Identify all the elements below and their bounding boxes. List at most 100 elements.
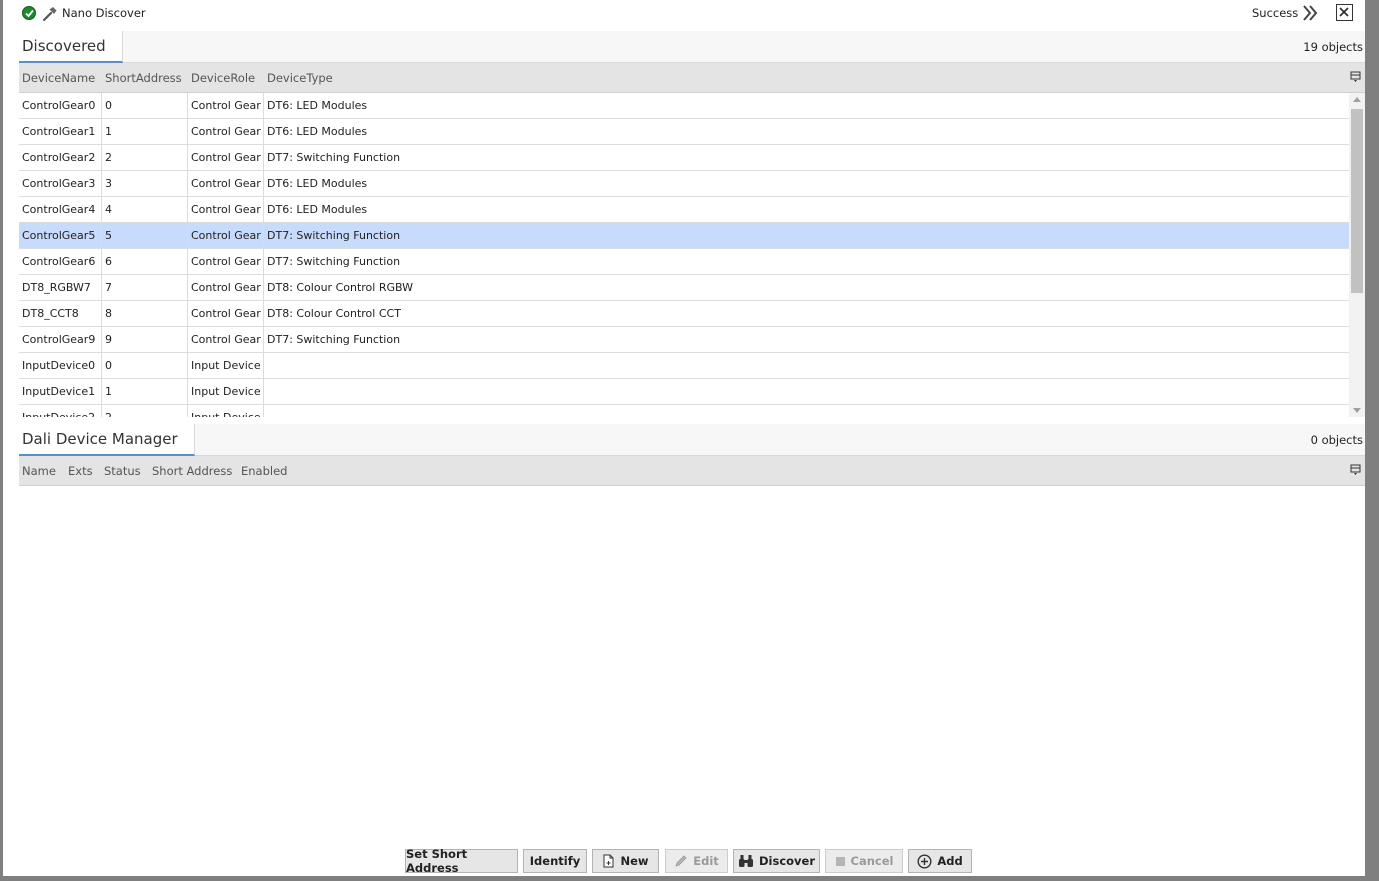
cell-short-address: 9 [102, 327, 188, 353]
binoculars-icon [738, 855, 753, 867]
table-row[interactable]: ControlGear2 2 Control Gear DT7: Switchi… [19, 145, 1349, 171]
cell-device-name: InputDevice2 [19, 405, 102, 417]
table-row[interactable]: DT8_RGBW7 7 Control Gear DT8: Colour Con… [19, 275, 1349, 301]
cell-device-type: DT8: Colour Control CCT [267, 307, 401, 320]
cell-device-role: Control Gear [188, 197, 264, 223]
plus-circle-icon [917, 853, 932, 869]
cell-device-type [264, 353, 1349, 379]
column-status[interactable]: Status [104, 464, 141, 478]
cell-short-address: 1 [102, 379, 188, 405]
cell-device-role: Control Gear [188, 119, 264, 145]
cancel-button[interactable]: Cancel [825, 849, 903, 873]
cell-device-role: Control Gear [188, 223, 264, 249]
discover-label: Discover [758, 854, 816, 868]
table-row[interactable]: ControlGear1 1 Control Gear DT6: LED Mod… [19, 119, 1349, 145]
success-check-icon [22, 6, 36, 20]
discover-button[interactable]: Discover [733, 849, 820, 873]
manager-table: Name Exts Status Short Address Enabled [19, 456, 1365, 836]
discovered-scrollbar[interactable] [1349, 93, 1365, 417]
column-device-type[interactable]: DeviceType [267, 71, 333, 85]
cell-short-address: 1 [102, 119, 188, 145]
cell-device-type [264, 379, 1349, 405]
scroll-up-arrow-icon[interactable] [1353, 97, 1361, 102]
column-device-role[interactable]: DeviceRole [191, 71, 255, 85]
cell-device-role: Input Device [188, 405, 264, 417]
cell-short-address: 7 [102, 275, 188, 301]
add-label: Add [937, 854, 963, 868]
table-row[interactable]: ControlGear3 3 Control Gear DT6: LED Mod… [19, 171, 1349, 197]
cell-device-type: DT7: Switching Function [267, 229, 401, 242]
cell-device-name: InputDevice0 [19, 353, 102, 379]
cell-short-address: 4 [102, 197, 188, 223]
cell-short-address: 5 [102, 223, 188, 249]
cell-device-type: DT6: LED Modules [267, 125, 368, 138]
cell-device-name: DT8_RGBW7 [19, 275, 102, 301]
cell-device-type: DT6: LED Modules [267, 99, 368, 112]
new-button[interactable]: New [592, 849, 659, 873]
cell-short-address: 2 [102, 145, 188, 171]
column-short-address[interactable]: Short Address [152, 464, 232, 478]
column-chooser-icon[interactable] [1350, 71, 1362, 83]
table-row[interactable]: InputDevice0 0 Input Device [19, 353, 1349, 379]
cell-short-address: 3 [102, 171, 188, 197]
manager-column-header: Name Exts Status Short Address Enabled [19, 456, 1365, 486]
scroll-down-arrow-icon[interactable] [1353, 408, 1361, 413]
cell-device-name: InputDevice1 [19, 379, 102, 405]
column-exts[interactable]: Exts [68, 464, 93, 478]
new-document-icon [603, 854, 614, 868]
double-chevron-right-icon[interactable] [1301, 4, 1319, 22]
table-row[interactable]: ControlGear9 9 Control Gear DT7: Switchi… [19, 327, 1349, 353]
cell-device-role: Control Gear [188, 145, 264, 171]
manager-header: Dali Device Manager 0 objects [19, 424, 1365, 456]
hammer-icon [41, 5, 59, 23]
discovered-count: 19 objects [1303, 40, 1363, 54]
table-row[interactable]: InputDevice1 1 Input Device [19, 379, 1349, 405]
cell-short-address: 6 [102, 249, 188, 275]
job-title: Nano Discover [62, 6, 146, 20]
cell-device-name: DT8_CCT8 [19, 301, 102, 327]
identify-button[interactable]: Identify [523, 849, 587, 873]
table-row[interactable]: ControlGear0 0 Control Gear DT6: LED Mod… [19, 93, 1349, 119]
column-chooser-icon[interactable] [1350, 464, 1362, 476]
cell-device-role: Control Gear [188, 171, 264, 197]
discovered-column-header: DeviceName ShortAddress DeviceRole Devic… [19, 63, 1365, 93]
tab-discovered[interactable]: Discovered [19, 31, 123, 63]
column-enabled[interactable]: Enabled [241, 464, 287, 478]
edit-button[interactable]: Edit [665, 849, 728, 873]
cell-device-role: Input Device [188, 353, 264, 379]
cell-device-role: Control Gear [188, 249, 264, 275]
cell-device-type: DT6: LED Modules [267, 177, 368, 190]
edit-label: Edit [693, 854, 719, 868]
column-short-address[interactable]: ShortAddress [105, 71, 182, 85]
cell-device-name: ControlGear4 [19, 197, 102, 223]
tab-dali-device-manager[interactable]: Dali Device Manager [19, 424, 195, 456]
discovered-table: DeviceName ShortAddress DeviceRole Devic… [19, 63, 1365, 417]
cell-device-name: ControlGear0 [19, 93, 102, 119]
set-short-address-button[interactable]: Set Short Address [405, 847, 518, 875]
table-row[interactable]: ControlGear6 6 Control Gear DT7: Switchi… [19, 249, 1349, 275]
column-name[interactable]: Name [22, 464, 56, 478]
column-device-name[interactable]: DeviceName [22, 71, 95, 85]
cell-device-type: DT7: Switching Function [267, 333, 401, 346]
table-row[interactable]: DT8_CCT8 8 Control Gear DT8: Colour Cont… [19, 301, 1349, 327]
cell-device-type: DT7: Switching Function [267, 255, 401, 268]
cell-device-role: Control Gear [188, 93, 264, 119]
table-row-selected[interactable]: ControlGear5 5 Control Gear DT7: Switchi… [19, 223, 1349, 249]
scrollbar-thumb[interactable] [1351, 109, 1363, 293]
cell-device-type: DT8: Colour Control RGBW [267, 281, 414, 294]
set-short-address-label: Set Short Address [406, 847, 468, 875]
cell-device-role: Control Gear [188, 327, 264, 353]
table-row[interactable]: ControlGear4 4 Control Gear DT6: LED Mod… [19, 197, 1349, 223]
window-frame: Nano Discover Success Discovered 19 obje… [0, 0, 1379, 881]
add-button[interactable]: Add [908, 849, 972, 873]
cell-device-name: ControlGear9 [19, 327, 102, 353]
new-label: New [620, 854, 649, 868]
manager-count: 0 objects [1310, 433, 1363, 447]
cell-short-address: 2 [102, 405, 188, 417]
table-row[interactable]: InputDevice2 2 Input Device [19, 405, 1349, 417]
close-icon[interactable] [1336, 4, 1353, 21]
job-status: Success [1252, 6, 1299, 20]
cancel-label: Cancel [850, 854, 894, 868]
cell-device-name: ControlGear2 [19, 145, 102, 171]
job-bar: Nano Discover Success [3, 0, 1365, 30]
